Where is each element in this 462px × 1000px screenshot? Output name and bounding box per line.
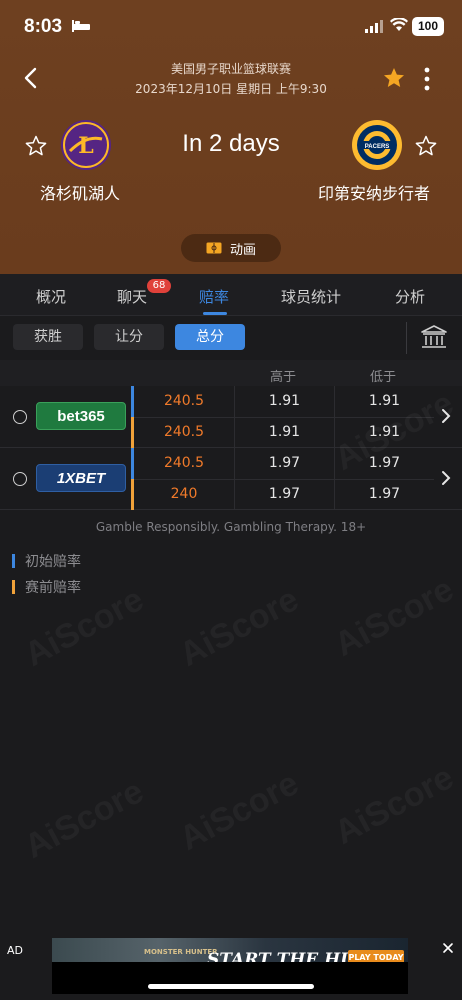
legend-pregame-odds: 赛前赔率	[12, 577, 81, 597]
watermark: AiScore	[173, 580, 305, 675]
status-bar: 8:03 100	[0, 0, 462, 54]
wifi-icon	[390, 18, 408, 31]
pregame-over-odds: 1.97	[234, 479, 334, 510]
sleep-mode-icon	[72, 20, 90, 32]
filter-spread[interactable]: 让分	[94, 324, 164, 350]
legend-pregame-label: 赛前赔率	[25, 580, 81, 596]
pregame-total-line: 240	[170, 486, 198, 502]
initial-over-odds: 1.91	[234, 386, 334, 417]
home-team-name[interactable]: 洛杉矶湖人	[40, 180, 120, 204]
signal-icon	[365, 20, 383, 33]
battery-indicator: 100	[412, 17, 444, 36]
compare-radio[interactable]	[13, 410, 27, 424]
bookmaker-bank-icon[interactable]	[420, 324, 448, 350]
initial-total-line: 240.5	[163, 393, 205, 409]
initial-total-line: 240.5	[163, 455, 205, 471]
legend-initial-label: 初始赔率	[25, 554, 81, 570]
tab-odds[interactable]: 赔率	[199, 286, 229, 307]
filter-total[interactable]: 总分	[175, 324, 245, 350]
tab-overview[interactable]: 概况	[36, 286, 66, 307]
pregame-over-odds: 1.91	[234, 417, 334, 448]
match-countdown: In 2 days	[182, 130, 280, 157]
ad-bottom-strip	[52, 962, 408, 994]
bookmaker-row-1xbet[interactable]: 1XBET 240.5 1.97 1.97 240 1.97 1.97	[0, 448, 462, 510]
tab-chat[interactable]: 聊天	[117, 286, 147, 307]
1xbet-logo: 1XBET	[36, 464, 126, 492]
home-indicator[interactable]	[148, 984, 314, 989]
compare-radio[interactable]	[13, 472, 27, 486]
chat-count-badge: 68	[147, 279, 171, 293]
legend-orange-marker	[12, 580, 15, 594]
animation-label: 动画	[229, 242, 256, 258]
close-ad-icon[interactable]	[442, 942, 454, 954]
chevron-right-icon[interactable]	[440, 470, 452, 486]
pregame-total-line: 240.5	[163, 424, 205, 440]
header-under: 低于	[370, 370, 397, 385]
watermark: AiScore	[18, 772, 150, 867]
court-icon	[206, 242, 222, 254]
watermark: AiScore	[328, 758, 460, 853]
animation-button[interactable]: 动画	[181, 234, 281, 262]
watermark: AiScore	[328, 570, 460, 665]
ad-label: AD	[7, 944, 23, 957]
tab-analysis[interactable]: 分析	[395, 286, 425, 307]
status-time: 8:03	[24, 16, 63, 37]
odds-table-header: 高于 低于	[0, 360, 462, 386]
initial-over-odds: 1.97	[234, 448, 334, 479]
pregame-under-odds: 1.97	[334, 479, 434, 510]
watermark: AiScore	[173, 764, 305, 859]
tab-bar: 概况 聊天 赔率 球员统计 分析	[0, 274, 462, 316]
gambling-disclaimer[interactable]: Gamble Responsibly. Gambling Therapy. 18…	[0, 520, 462, 534]
filter-win[interactable]: 获胜	[13, 324, 83, 350]
away-team-name[interactable]: 印第安纳步行者	[318, 180, 430, 204]
match-odds-screen: 8:03 100 美国男子职业篮球联赛 2023年12月10日 星期日 上午9:…	[0, 0, 462, 1000]
more-options-icon[interactable]	[420, 66, 434, 92]
tab-player-stats[interactable]: 球员统计	[281, 286, 341, 307]
header-over: 高于	[270, 370, 297, 385]
favorite-star-icon[interactable]	[382, 66, 406, 90]
match-header: 8:03 100 美国男子职业篮球联赛 2023年12月10日 星期日 上午9:…	[0, 0, 462, 274]
odds-filter-bar: 获胜 让分 总分	[0, 316, 462, 360]
filter-divider	[406, 322, 407, 354]
active-tab-indicator	[203, 312, 227, 315]
legend-blue-marker	[12, 554, 15, 568]
bet365-logo: bet365	[36, 402, 126, 430]
legend-initial-odds: 初始赔率	[12, 551, 81, 571]
